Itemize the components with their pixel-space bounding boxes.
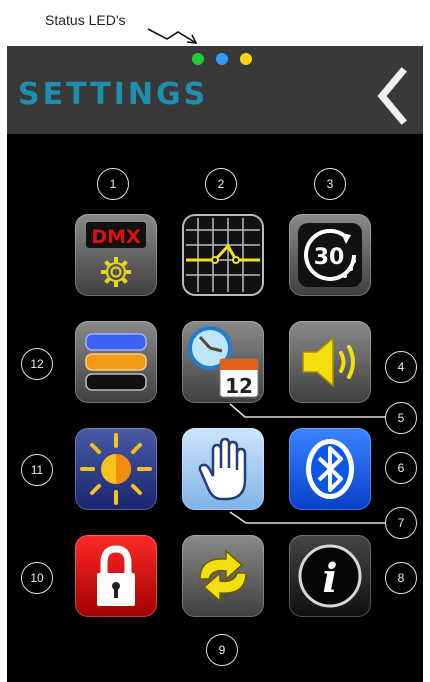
callout-11: 11: [21, 454, 53, 486]
info-button[interactable]: i: [289, 535, 371, 617]
sound-button[interactable]: [289, 321, 371, 403]
callout-9: 9: [206, 634, 238, 666]
lock-button[interactable]: [75, 535, 157, 617]
callout-10: 10: [21, 562, 53, 594]
lock-icon: [97, 545, 135, 606]
hand-icon: [198, 437, 247, 501]
svg-text:i: i: [322, 555, 337, 602]
bluetooth-icon: [306, 439, 354, 499]
status-leds-caption: Status LED's: [45, 12, 126, 28]
status-led-green: [192, 53, 204, 65]
speaker-icon: [302, 336, 355, 388]
callout-7: 7: [385, 507, 417, 539]
callout-12: 12: [21, 348, 53, 380]
callout-5: 5: [385, 402, 417, 434]
sync-button[interactable]: [182, 535, 264, 617]
callout-1: 1: [97, 168, 129, 200]
brightness-button[interactable]: [75, 428, 157, 510]
status-led-blue: [216, 53, 228, 65]
callout-2: 2: [205, 168, 237, 200]
callout-8: 8: [385, 562, 417, 594]
dmx-gear-icon: DMX: [86, 222, 146, 287]
caption-arrow: [147, 28, 198, 44]
callout-4: 4: [385, 351, 417, 383]
status-led-yellow: [240, 53, 252, 65]
callout-3: 3: [314, 168, 346, 200]
chevron-left-icon: [377, 67, 407, 125]
timer-button[interactable]: 30: [289, 214, 371, 296]
dimmer-curve-grid-icon: [182, 214, 264, 296]
color-presets-button[interactable]: [75, 321, 157, 403]
svg-text:12: 12: [225, 374, 253, 398]
callout-6: 6: [385, 452, 417, 484]
sun-brightness-icon: [80, 433, 152, 505]
timer-30-icon: 30: [298, 223, 362, 287]
svg-text:DMX: DMX: [91, 226, 141, 248]
bluetooth-button[interactable]: [289, 428, 371, 510]
page-title: SETTINGS: [18, 77, 209, 112]
dmx-settings-button[interactable]: DMX: [75, 214, 157, 296]
color-bars-icon: [85, 333, 147, 391]
sync-arrows-icon: [199, 549, 247, 603]
svg-text:30: 30: [314, 245, 345, 270]
manual-control-button[interactable]: [182, 428, 264, 510]
info-icon: i: [298, 544, 362, 608]
dimmer-curve-button[interactable]: [182, 214, 264, 296]
clock-calendar-icon: 12: [188, 326, 259, 398]
back-button[interactable]: [372, 66, 416, 126]
schedule-button[interactable]: 12: [182, 321, 264, 403]
